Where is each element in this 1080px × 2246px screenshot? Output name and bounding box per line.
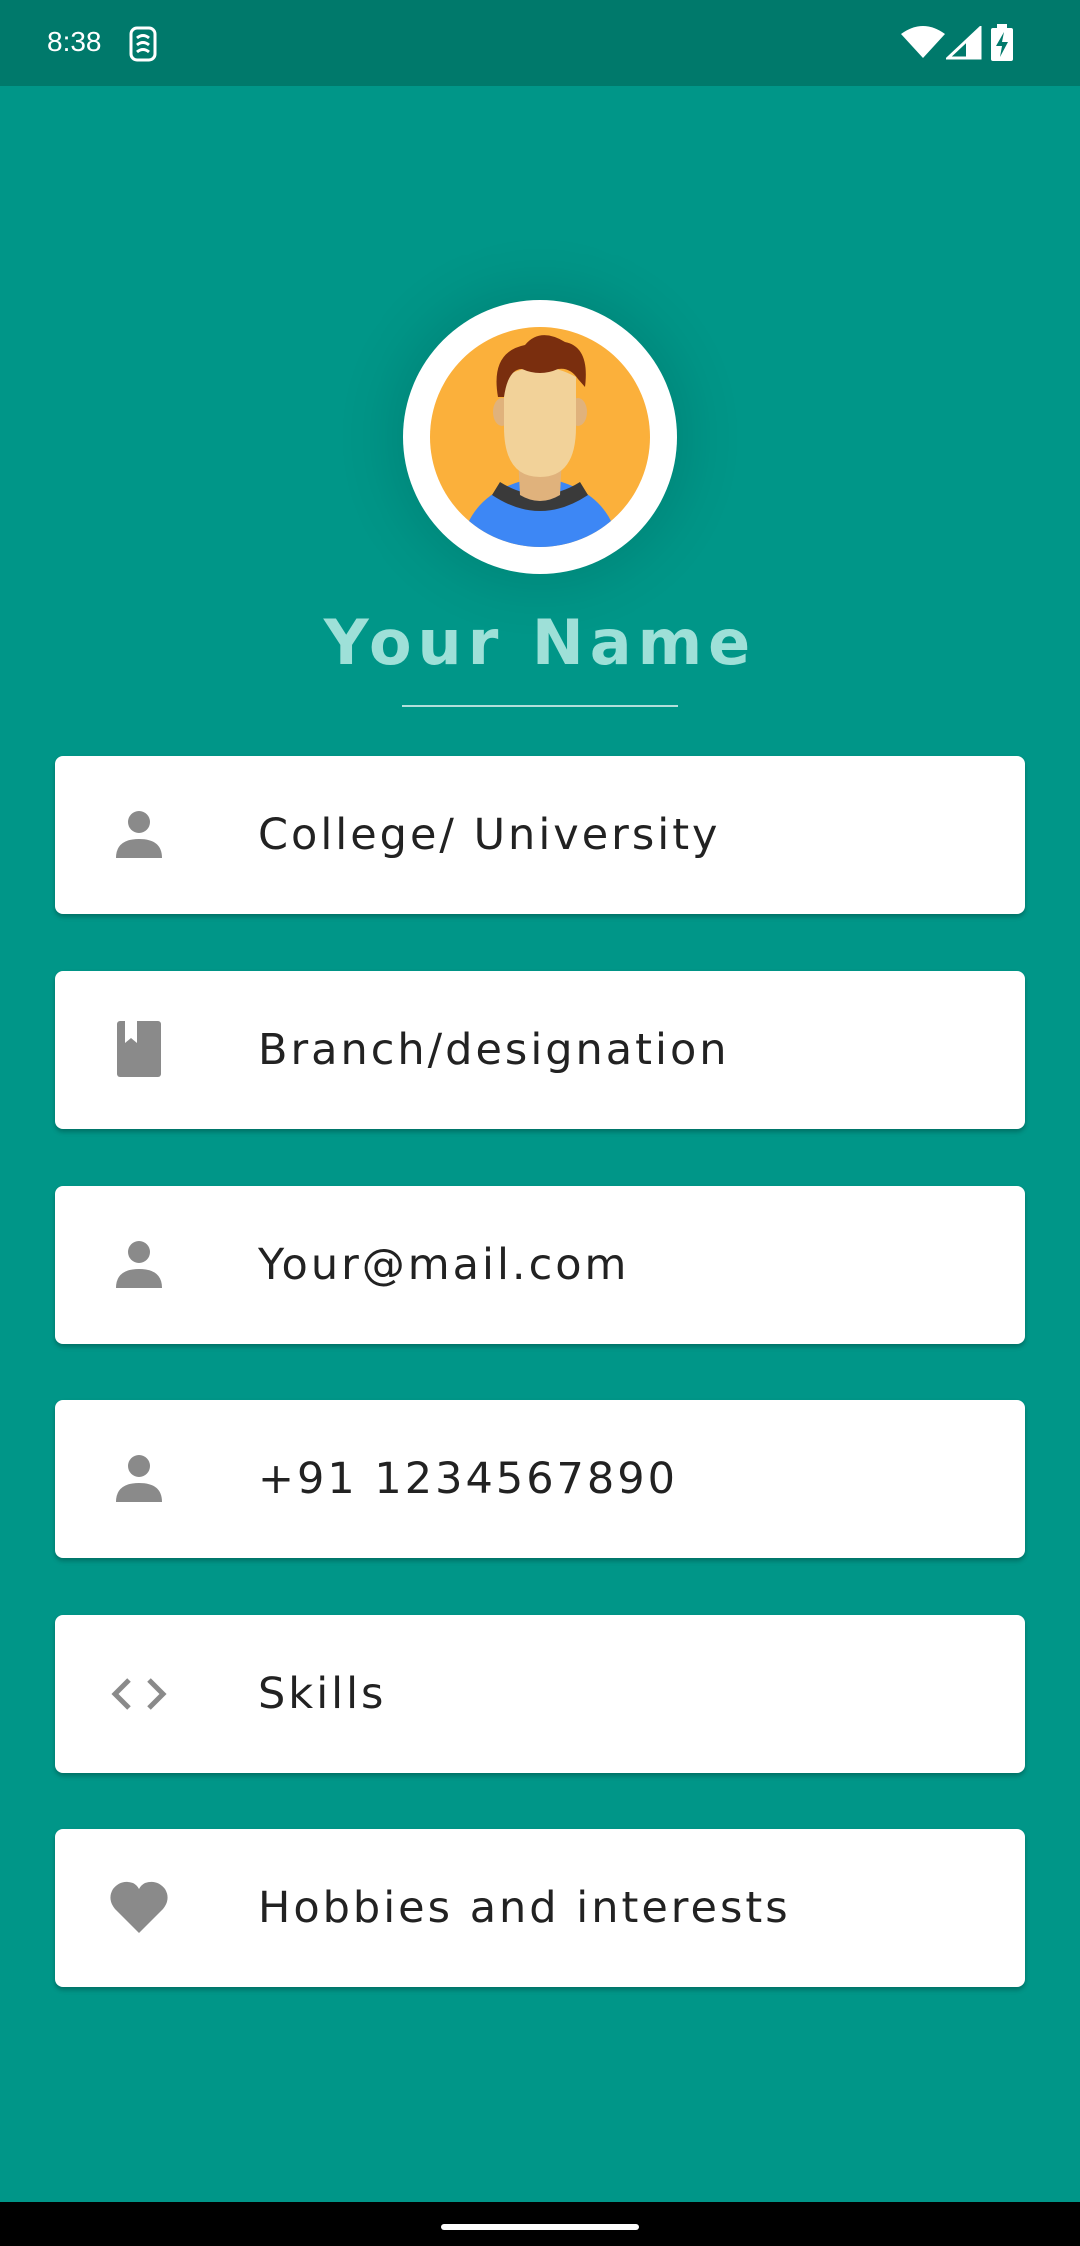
name-underline	[402, 705, 678, 707]
avatar[interactable]	[403, 300, 677, 574]
email-label: Your@mail.com	[258, 1240, 630, 1290]
college-label: College/ University	[258, 810, 721, 860]
person-icon	[107, 1450, 171, 1508]
status-time: 8:38	[47, 26, 102, 57]
cell-signal-icon	[944, 24, 982, 64]
skills-card[interactable]: Skills	[55, 1615, 1025, 1773]
email-card[interactable]: Your@mail.com	[55, 1186, 1025, 1344]
person-icon	[107, 1236, 171, 1294]
battery-charging-icon	[990, 24, 1014, 66]
wifi-icon	[900, 26, 946, 64]
profile-name[interactable]: Your Name	[0, 598, 1080, 688]
hobbies-card[interactable]: Hobbies and interests	[55, 1829, 1025, 1987]
status-bar: 8:38	[0, 0, 1080, 86]
phone-card[interactable]: +91 1234567890	[55, 1400, 1025, 1558]
code-icon	[107, 1665, 171, 1723]
person-icon	[107, 806, 171, 864]
college-card[interactable]: College/ University	[55, 756, 1025, 914]
avatar-icon	[430, 327, 650, 547]
home-gesture-handle[interactable]	[441, 2224, 639, 2230]
branch-label: Branch/designation	[258, 1025, 730, 1075]
phone-label: +91 1234567890	[258, 1454, 678, 1504]
hobbies-label: Hobbies and interests	[258, 1883, 791, 1933]
book-icon	[107, 1021, 171, 1079]
heart-icon	[107, 1879, 171, 1937]
sim-card-icon	[128, 26, 158, 66]
branch-card[interactable]: Branch/designation	[55, 971, 1025, 1129]
skills-label: Skills	[258, 1669, 387, 1719]
